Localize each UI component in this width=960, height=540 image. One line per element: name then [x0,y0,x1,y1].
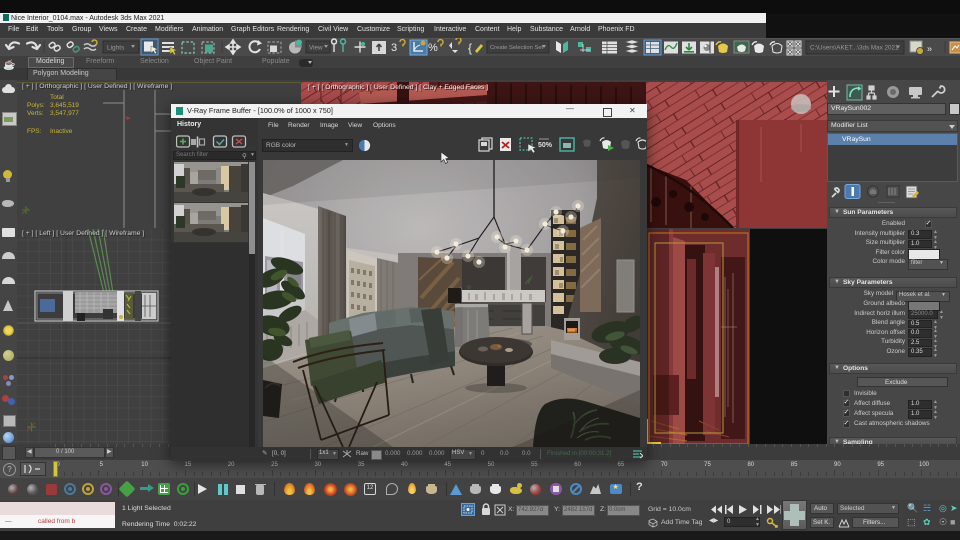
svg-text:View: View [309,45,323,52]
svg-text:»: » [927,44,932,54]
svg-text:50%: 50% [538,142,553,149]
svg-text:3: 3 [391,42,397,54]
svg-text:C:\Users\AKET...\3ds Max 2021: C:\Users\AKET...\3ds Max 2021 [810,45,899,52]
svg-text:{: { [468,41,472,55]
svg-text:Lights: Lights [107,45,125,52]
svg-text:%: % [428,42,438,54]
svg-text:Create Selection Set: Create Selection Set [490,45,544,51]
